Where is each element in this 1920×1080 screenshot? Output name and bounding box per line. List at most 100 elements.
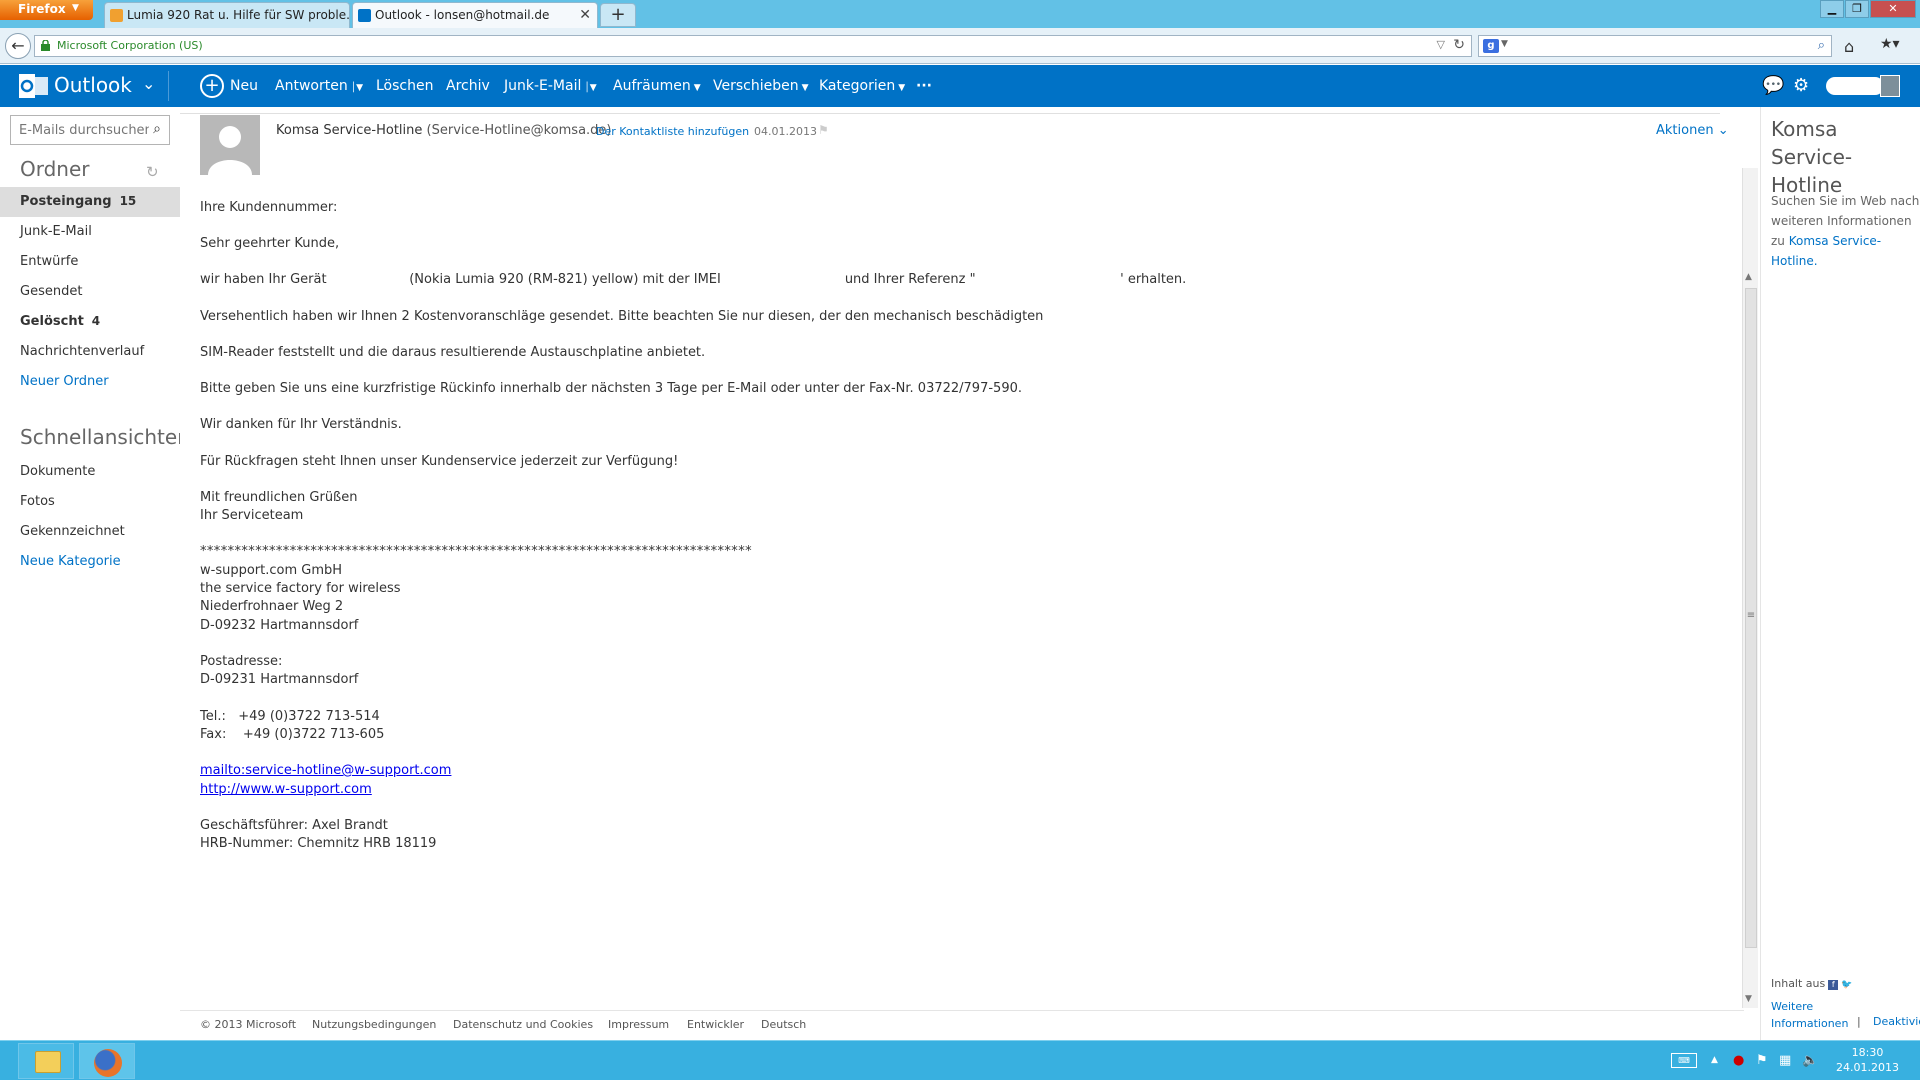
outlook-favicon-icon [358,9,371,22]
mail-search-box[interactable]: ⌕ [10,115,170,145]
actions-menu[interactable]: Aktionen ⌄ [1656,123,1729,138]
more-commands-button[interactable]: ··· [916,78,932,94]
site-identity[interactable]: Microsoft Corporation (US) [57,39,203,52]
restore-button[interactable]: ❐ [1845,0,1869,18]
new-button[interactable]: Neu [230,78,258,94]
keyboard-icon[interactable]: ⌨ [1671,1053,1697,1068]
body-line: D-09231 Hartmannsdorf [200,672,359,687]
folder-drafts[interactable]: Entwürfe [0,247,180,277]
scroll-down-icon[interactable]: ▼ [1745,994,1752,1004]
folder-label: Gesendet [20,284,83,299]
search-icon[interactable]: ⌕ [1818,38,1825,53]
folder-label: Junk-E-Mail [20,224,92,239]
delete-button[interactable]: Löschen [376,78,433,94]
bookmarks-icon[interactable]: ★▾ [1880,36,1900,52]
unread-count: 4 [91,314,101,328]
quickview-documents[interactable]: Dokumente [0,457,180,487]
deactivate-link[interactable]: Deaktivieren [1873,1015,1920,1028]
outlook-logo-icon[interactable] [19,72,49,100]
google-icon[interactable]: g [1483,39,1499,53]
gear-icon[interactable]: ⚙ [1793,75,1809,96]
scroll-up-icon[interactable]: ▲ [1745,272,1752,282]
folder-sent[interactable]: Gesendet [0,277,180,307]
web-search-link[interactable]: Komsa Service-Hotline. [1771,234,1881,268]
search-engine-dropdown-icon[interactable]: ▼ [1501,39,1508,49]
more-info-link[interactable]: Weitere Informationen [1771,998,1851,1032]
folder-label: Neuer Ordner [20,374,109,389]
header-divider [168,71,169,101]
avatar[interactable] [1880,75,1900,97]
search-input[interactable] [19,117,149,143]
url-dropdown-icon[interactable]: ▽ [1437,38,1445,51]
home-icon[interactable]: ⌂ [1844,37,1854,56]
chevron-down-icon: ▼ [693,83,701,93]
developers-link[interactable]: Entwickler [687,1018,744,1031]
back-button[interactable]: ← [5,33,31,59]
sender[interactable]: Komsa Service-Hotline (Service-Hotline@k… [276,123,612,138]
action-center-icon[interactable]: ⚑ [1756,1053,1768,1068]
message-date: 04.01.2013 [754,125,817,138]
scrollbar-grip-icon: ≡ [1746,610,1756,621]
quickview-flagged[interactable]: Gekennzeichnet [0,517,180,547]
body-line: SIM-Reader feststellt und die daraus res… [200,345,706,360]
web-search-hint: Suchen Sie im Web nach weiteren Informat… [1771,191,1920,271]
messaging-icon[interactable]: 💬 [1762,75,1784,96]
website-link[interactable]: http://www.w-support.com [200,782,372,797]
new-tab-button[interactable]: + [600,3,636,27]
refresh-icon[interactable]: ↻ [146,163,159,181]
system-clock[interactable]: 18:30 24.01.2013 [1836,1045,1899,1075]
junk-button[interactable]: Junk-E-Mail │▼ [504,78,597,94]
quickview-photos[interactable]: Fotos [0,487,180,517]
search-icon[interactable]: ⌕ [153,121,161,137]
twitter-icon[interactable]: 🐦 [1841,980,1852,990]
folder-pane: ⌕ Ordner ↻ Posteingang 15 Junk-E-Mail Ent… [0,107,190,1020]
reload-icon[interactable]: ↻ [1453,37,1465,53]
move-button[interactable]: Verschieben ▼ [713,78,809,94]
volume-icon[interactable]: 🔈 [1802,1053,1818,1068]
categories-button[interactable]: Kategorien ▼ [819,78,905,94]
archive-button[interactable]: Archiv [446,78,490,94]
add-to-contacts-link[interactable]: Der Kontaktliste hinzufügen [596,125,749,138]
sweep-label: Aufräumen [613,78,691,94]
sweep-button[interactable]: Aufräumen ▼ [613,78,701,94]
folder-inbox[interactable]: Posteingang 15 [0,187,180,217]
firefox-taskbar-button[interactable] [79,1043,135,1079]
body-line: Für Rückfragen steht Ihnen unser Kundens… [200,454,679,469]
folder-label: Nachrichtenverlauf [20,344,145,359]
app-switcher-chevron-icon[interactable]: ⌄ [142,74,155,93]
tray-expand-icon[interactable]: ▲ [1711,1055,1718,1065]
body-line: Mit freundlichen Grüßen [200,490,358,505]
app-title[interactable]: Outlook [54,73,132,97]
explorer-taskbar-button[interactable] [18,1043,74,1079]
quickview-label: Fotos [20,494,55,509]
facebook-icon[interactable]: f [1828,980,1839,990]
browser-search-bar[interactable]: g ▼ ⌕ [1478,35,1832,57]
new-message-plus-icon[interactable]: + [200,74,224,98]
language-link[interactable]: Deutsch [761,1018,806,1031]
firefox-menu-button[interactable]: Firefox ▼ [0,0,93,20]
folder-deleted[interactable]: Gelöscht 4 [0,307,180,337]
flag-icon[interactable]: ⚑ [818,123,829,137]
privacy-link[interactable]: Datenschutz und Cookies [453,1018,593,1031]
mailto-link[interactable]: mailto:service-hotline@w-support.com [200,763,451,778]
tab-outlook[interactable]: Outlook - lonsen@hotmail.de ✕ [352,2,598,28]
new-folder-link[interactable]: Neuer Ordner [0,367,180,397]
new-category-link[interactable]: Neue Kategorie [0,547,180,577]
window-close-button[interactable]: ✕ [1870,0,1916,18]
terms-link[interactable]: Nutzungsbedingungen [312,1018,436,1031]
body-line: wir haben Ihr Gerät (Nokia Lumia 920 (RM… [200,272,1187,287]
antivirus-icon[interactable]: ● [1733,1053,1744,1068]
folder-label: Gelöscht [20,314,84,329]
minimize-button[interactable]: ▁ [1820,0,1844,18]
network-icon[interactable]: ▦ [1779,1053,1791,1068]
close-tab-icon[interactable]: ✕ [579,7,591,23]
folder-history[interactable]: Nachrichtenverlauf [0,337,180,367]
imprint-link[interactable]: Impressum [608,1018,669,1031]
quickviews-heading[interactable]: Schnellansichten [20,425,190,449]
reply-button[interactable]: Antworten │▼ [275,78,363,94]
url-bar[interactable]: Microsoft Corporation (US) ▽ ↻ [34,35,1472,57]
folder-junk[interactable]: Junk-E-Mail [0,217,180,247]
tab-lumia-forum[interactable]: Lumia 920 Rat u. Hilfe für SW proble... [104,2,350,28]
user-name-redacted[interactable] [1826,77,1884,95]
folders-heading[interactable]: Ordner [20,157,90,181]
